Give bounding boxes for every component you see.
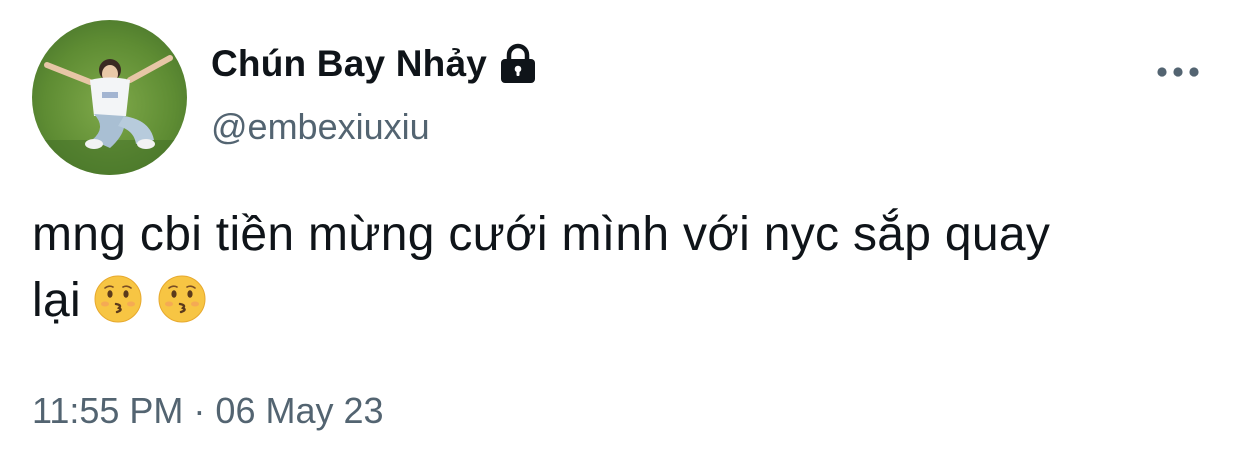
timestamp-separator: · bbox=[193, 390, 206, 431]
more-options-button[interactable] bbox=[1150, 54, 1206, 90]
tweet-card: Chún Bay Nhảy @embexiuxiu mng cbi tiền m… bbox=[0, 0, 1242, 471]
tweet-date: 06 May 23 bbox=[215, 390, 384, 431]
user-handle[interactable]: @embexiuxiu bbox=[211, 106, 430, 148]
display-name[interactable]: Chún Bay Nhảy bbox=[211, 43, 487, 85]
name-row: Chún Bay Nhảy bbox=[211, 38, 538, 90]
timestamp[interactable]: 11:55 PM · 06 May 23 bbox=[32, 390, 384, 432]
tweet-text-line-1: mng cbi tiền mừng cưới mình với nyc sắp … bbox=[32, 208, 1051, 261]
tweet-text-line-2-word: lại bbox=[32, 274, 81, 327]
tweet-time: 11:55 PM bbox=[32, 390, 184, 431]
kissing-face-emoji-icon bbox=[157, 274, 207, 324]
avatar[interactable] bbox=[32, 20, 187, 175]
tweet-text: mng cbi tiền mừng cưới mình với nyc sắp … bbox=[32, 202, 1222, 334]
kissing-face-emoji-icon bbox=[93, 274, 143, 324]
lock-icon bbox=[498, 43, 538, 85]
more-horizontal-icon bbox=[1157, 67, 1199, 77]
tweet-text-line-2: lại bbox=[32, 268, 1222, 334]
